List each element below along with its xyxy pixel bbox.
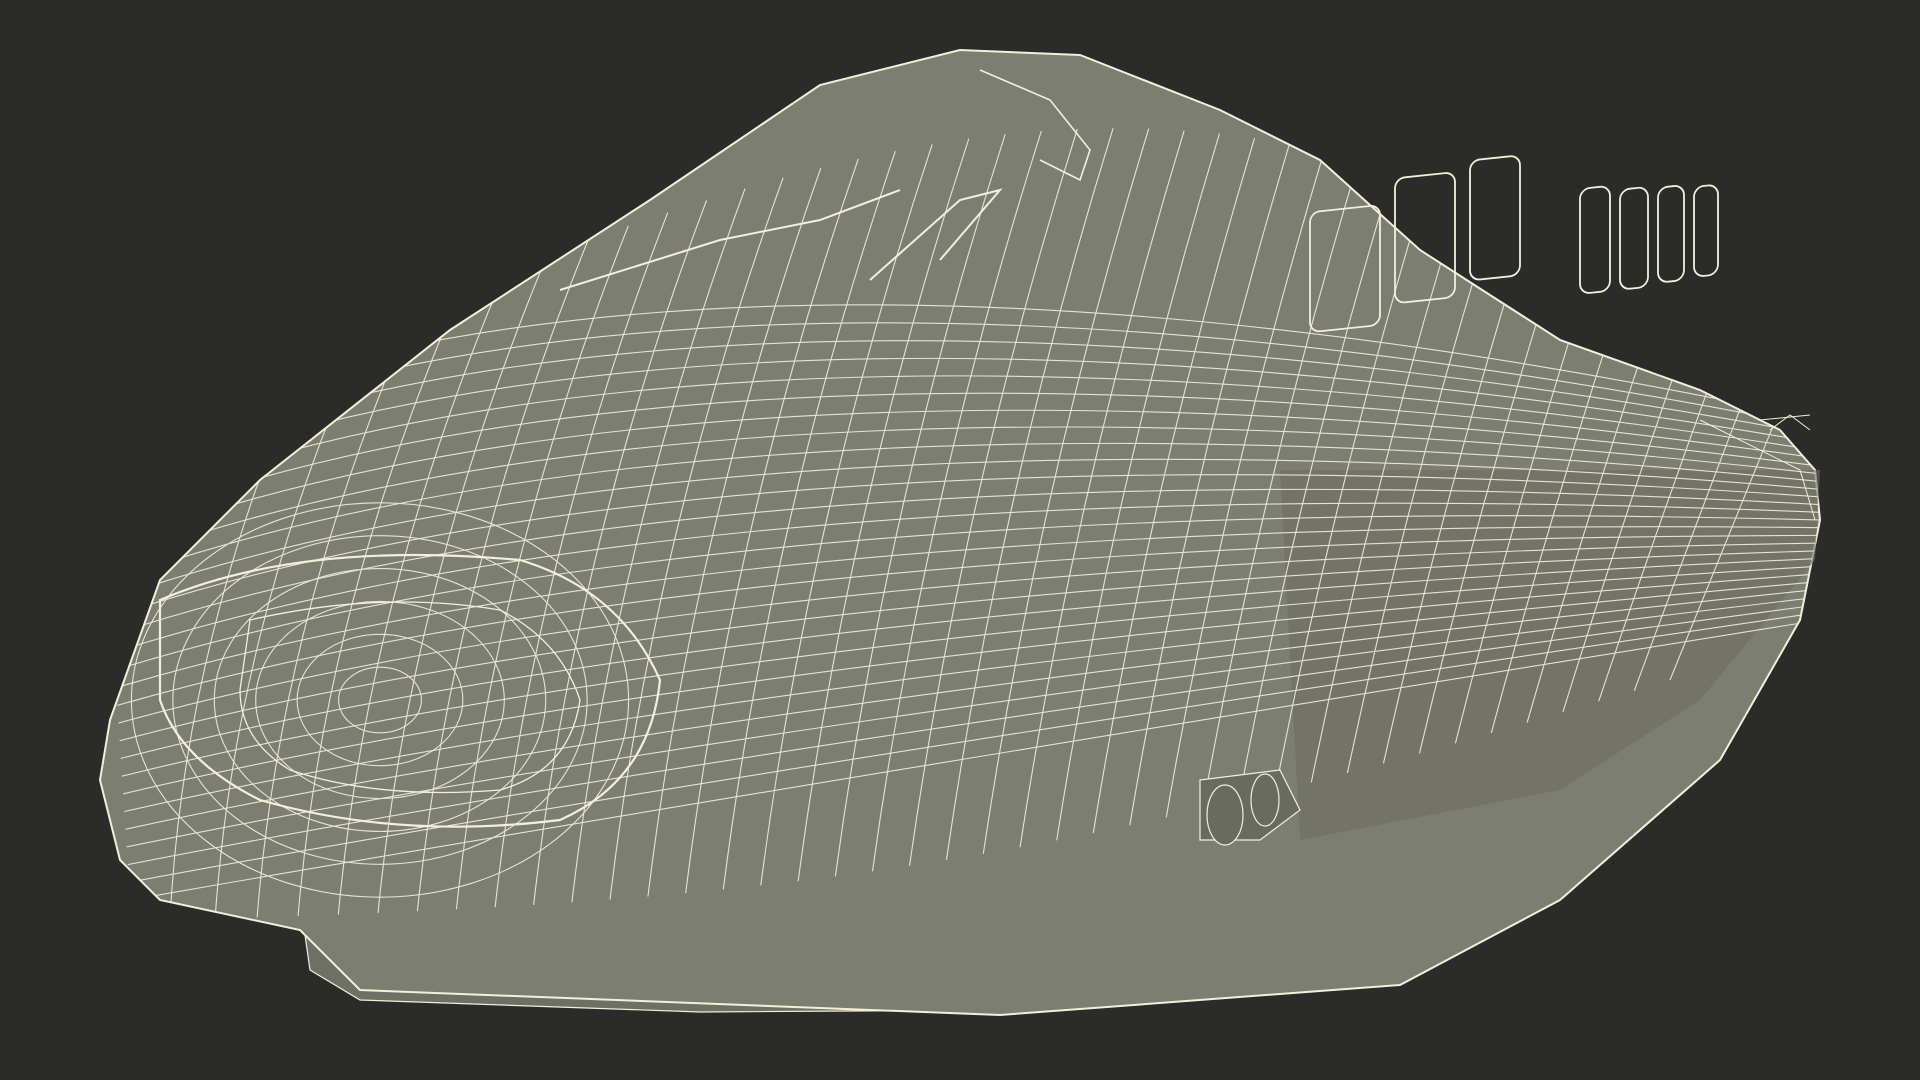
- side-window: [1469, 155, 1521, 281]
- wireframe-render: [98, 48, 1822, 1017]
- side-window: [1693, 184, 1719, 277]
- render-viewport: [0, 0, 1920, 1080]
- side-window: [1619, 186, 1649, 290]
- side-window: [1657, 185, 1685, 283]
- side-window: [1579, 185, 1611, 294]
